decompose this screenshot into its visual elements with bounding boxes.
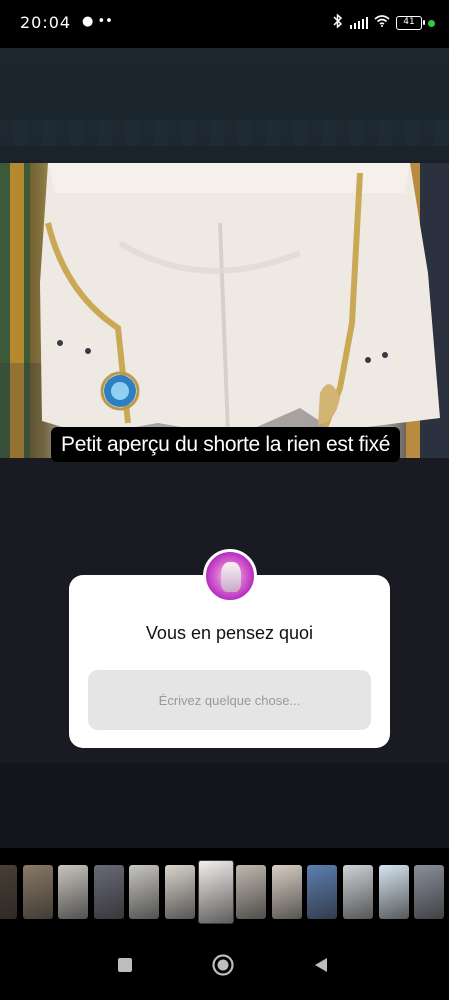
story-photo <box>0 163 449 458</box>
recents-square-icon[interactable] <box>112 952 138 978</box>
story-thumbnail[interactable] <box>414 865 445 919</box>
story-thumbnail[interactable] <box>343 865 373 919</box>
story-caption: Petit aperçu du shorte la rien est fixé <box>51 427 401 462</box>
answer-input[interactable]: Écrivez quelque chose... <box>88 670 371 730</box>
story-thumbnail[interactable] <box>307 865 338 919</box>
question-prompt: Vous en pensez quoi <box>145 623 314 643</box>
story-background-bottom <box>0 763 449 848</box>
story-thumbnail[interactable] <box>22 865 53 919</box>
avatar[interactable] <box>203 549 257 603</box>
privacy-dot-icon <box>428 19 435 27</box>
story-thumbnail[interactable] <box>58 865 89 919</box>
story-thumbnail-active[interactable] <box>197 860 234 924</box>
story-background-top <box>0 48 449 163</box>
notification-icons: ● •• <box>82 14 113 29</box>
status-right-icons: 41 <box>332 13 435 32</box>
story-thumbnail[interactable] <box>165 865 195 919</box>
signal-icon <box>349 17 368 29</box>
status-bar: 20:04 ● •• 41 <box>0 0 449 48</box>
bluetooth-icon <box>332 13 344 32</box>
wifi-icon <box>374 15 390 31</box>
story-thumbnail[interactable] <box>236 865 267 919</box>
story-thumbnail[interactable] <box>93 865 124 919</box>
back-triangle-icon[interactable] <box>308 952 334 978</box>
status-time: 20:04 <box>20 13 72 32</box>
story-thumbnail-strip[interactable] <box>0 858 449 928</box>
navigation-bar <box>0 930 449 1000</box>
story-thumbnail[interactable] <box>129 865 160 919</box>
story-thumbnail[interactable] <box>0 865 17 919</box>
story-thumbnail[interactable] <box>271 865 302 919</box>
home-circle-icon[interactable] <box>210 952 236 978</box>
story-thumbnail[interactable] <box>378 865 409 919</box>
battery-icon: 41 <box>396 16 425 30</box>
